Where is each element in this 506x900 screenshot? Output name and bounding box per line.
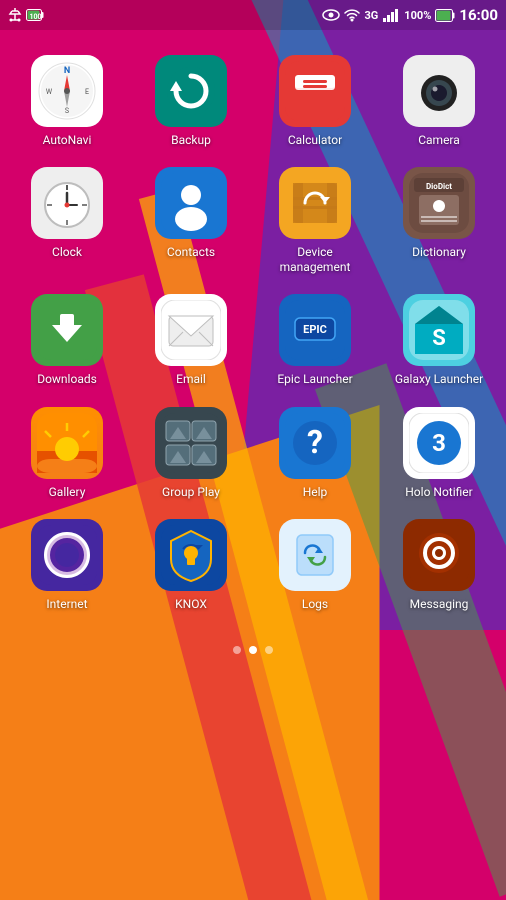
app-internet[interactable]: Internet bbox=[5, 509, 129, 621]
svg-text:S: S bbox=[432, 326, 446, 351]
svg-text:?: ? bbox=[307, 423, 323, 461]
pagination-dot-2[interactable] bbox=[249, 646, 257, 654]
app-icon-autonavi: N S W E bbox=[31, 55, 103, 127]
app-galaxy[interactable]: S Galaxy Launcher bbox=[377, 284, 501, 396]
app-icon-help: ? bbox=[279, 407, 351, 479]
app-label-email: Email bbox=[176, 372, 206, 386]
clock-time: 16:00 bbox=[459, 6, 498, 24]
app-knox[interactable]: KNOX bbox=[129, 509, 253, 621]
app-icon-logs bbox=[279, 519, 351, 591]
app-icon-groupplay bbox=[155, 407, 227, 479]
app-icon-gallery bbox=[31, 407, 103, 479]
app-device[interactable]: Device management bbox=[253, 157, 377, 284]
app-label-internet: Internet bbox=[46, 597, 87, 611]
app-label-calculator: Calculator bbox=[288, 133, 342, 147]
svg-text:E: E bbox=[85, 88, 89, 96]
svg-text:S: S bbox=[65, 107, 69, 115]
pagination-dot-1[interactable] bbox=[233, 646, 241, 654]
app-label-galaxy: Galaxy Launcher bbox=[395, 372, 483, 386]
app-icon-galaxy: S bbox=[403, 294, 475, 366]
svg-text:100: 100 bbox=[30, 13, 42, 21]
battery-icon bbox=[435, 9, 455, 22]
app-holo[interactable]: 3 Holo Notifier bbox=[377, 397, 501, 509]
app-grid: N S W E AutoNavi Backup bbox=[0, 35, 506, 631]
svg-text:DioDict: DioDict bbox=[426, 182, 452, 191]
app-icon-downloads bbox=[31, 294, 103, 366]
signal-icon bbox=[382, 8, 400, 22]
app-label-logs: Logs bbox=[302, 597, 328, 611]
app-icon-messaging bbox=[403, 519, 475, 591]
battery-percent: 100% bbox=[404, 9, 431, 22]
app-icon-holo: 3 bbox=[403, 407, 475, 479]
app-icon-calculator bbox=[279, 55, 351, 127]
app-label-camera: Camera bbox=[418, 133, 460, 147]
app-icon-device bbox=[279, 167, 351, 239]
app-help[interactable]: ? Help bbox=[253, 397, 377, 509]
svg-text:3: 3 bbox=[432, 429, 446, 457]
app-icon-knox bbox=[155, 519, 227, 591]
app-clock[interactable]: Clock bbox=[5, 157, 129, 284]
app-camera[interactable]: Camera bbox=[377, 45, 501, 157]
app-backup[interactable]: Backup bbox=[129, 45, 253, 157]
app-label-help: Help bbox=[303, 485, 328, 499]
app-icon-contacts bbox=[155, 167, 227, 239]
app-logs[interactable]: Logs bbox=[253, 509, 377, 621]
app-label-holo: Holo Notifier bbox=[405, 485, 472, 499]
app-icon-email bbox=[155, 294, 227, 366]
app-icon-dictionary: DioDict bbox=[403, 167, 475, 239]
app-icon-internet bbox=[31, 519, 103, 591]
app-label-epic: Epic Launcher bbox=[277, 372, 352, 386]
app-label-backup: Backup bbox=[171, 133, 211, 147]
app-icon-epic: EPIC bbox=[279, 294, 351, 366]
app-email[interactable]: Email bbox=[129, 284, 253, 396]
app-label-groupplay: Group Play bbox=[162, 485, 220, 499]
app-messaging[interactable]: Messaging bbox=[377, 509, 501, 621]
app-gallery[interactable]: Gallery bbox=[5, 397, 129, 509]
app-calculator[interactable]: Calculator bbox=[253, 45, 377, 157]
app-label-dictionary: Dictionary bbox=[412, 245, 466, 259]
network-type: 3G bbox=[364, 9, 378, 22]
svg-text:EPIC: EPIC bbox=[303, 323, 327, 336]
app-label-downloads: Downloads bbox=[37, 372, 97, 386]
pagination-dot-3[interactable] bbox=[265, 646, 273, 654]
wifi-icon bbox=[344, 8, 360, 22]
app-label-device: Device management bbox=[270, 245, 360, 274]
app-label-autonavi: AutoNavi bbox=[43, 133, 92, 147]
app-downloads[interactable]: Downloads bbox=[5, 284, 129, 396]
status-right: 3G 100% 16:00 bbox=[322, 6, 498, 24]
status-left: 100 bbox=[8, 7, 44, 23]
app-epic[interactable]: EPIC Epic Launcher bbox=[253, 284, 377, 396]
app-dictionary[interactable]: DioDict Dictionary bbox=[377, 157, 501, 284]
app-label-gallery: Gallery bbox=[49, 485, 86, 499]
status-bar: 100 3G 100% 16:00 bbox=[0, 0, 506, 30]
usb-icon bbox=[8, 7, 22, 23]
app-label-messaging: Messaging bbox=[410, 597, 469, 611]
app-label-contacts: Contacts bbox=[167, 245, 215, 259]
app-contacts[interactable]: Contacts bbox=[129, 157, 253, 284]
app-autonavi[interactable]: N S W E AutoNavi bbox=[5, 45, 129, 157]
eye-icon bbox=[322, 9, 340, 21]
app-label-clock: Clock bbox=[52, 245, 82, 259]
app-icon-backup bbox=[155, 55, 227, 127]
app-icon-camera bbox=[403, 55, 475, 127]
pagination bbox=[0, 631, 506, 674]
app-groupplay[interactable]: Group Play bbox=[129, 397, 253, 509]
app-label-knox: KNOX bbox=[175, 597, 207, 611]
svg-text:W: W bbox=[46, 88, 53, 96]
svg-text:N: N bbox=[64, 66, 70, 76]
app-icon-clock bbox=[31, 167, 103, 239]
small-battery-icon: 100 bbox=[26, 9, 44, 21]
